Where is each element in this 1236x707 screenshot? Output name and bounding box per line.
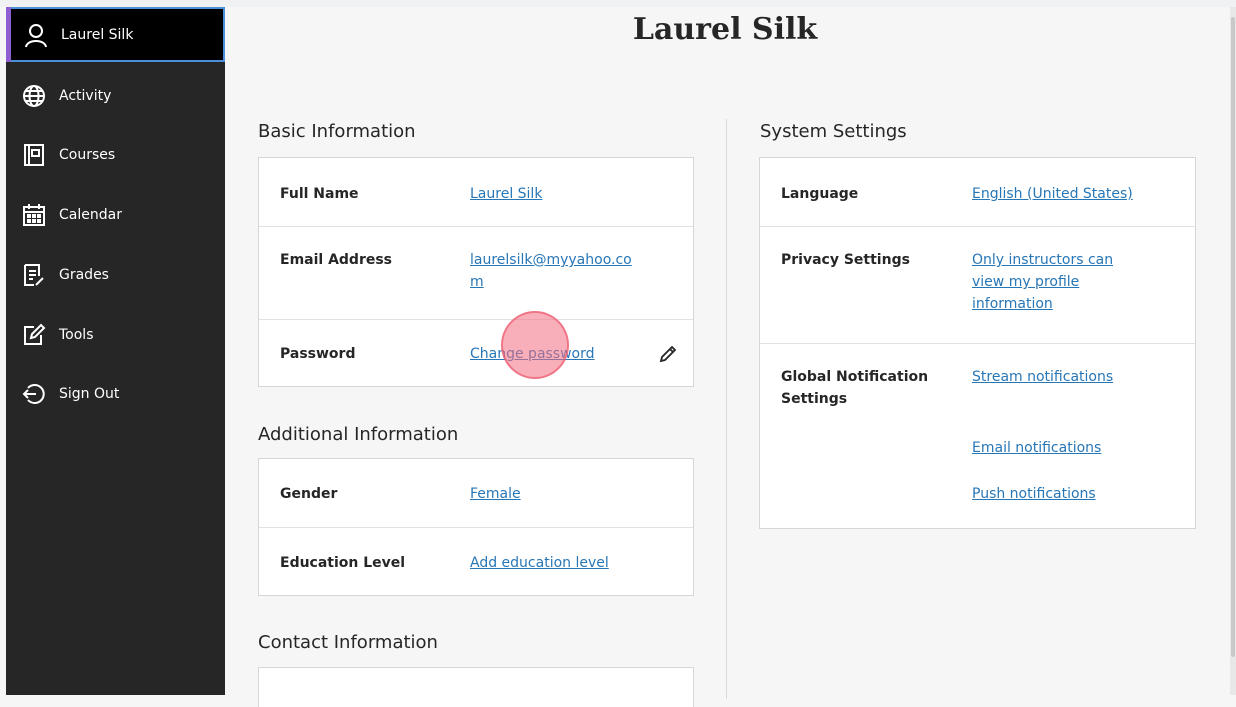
gender-link[interactable]: Female — [470, 483, 521, 505]
notifications-label-line-2: Settings — [781, 391, 848, 407]
sidebar-item-label: Grades — [59, 266, 109, 283]
email-line-1: laurelsilk@myyahoo.co — [470, 252, 632, 268]
language-link[interactable]: English (United States) — [972, 183, 1133, 205]
system-settings-card: Language English (United States) Privacy… — [759, 157, 1196, 529]
user-icon — [23, 22, 49, 48]
main-content: Laurel Silk Basic Information Full Name … — [225, 7, 1225, 707]
gender-row: Gender Female — [259, 459, 693, 528]
notifications-label-line-1: Global Notification — [781, 369, 929, 385]
sidebar-item-label: Activity — [59, 87, 112, 104]
sidebar-item-courses[interactable]: Courses — [6, 127, 225, 182]
privacy-line-1: Only instructors can — [972, 252, 1114, 268]
column-divider — [726, 119, 727, 699]
privacy-line-3: information — [972, 296, 1053, 312]
full-name-row: Full Name Laurel Silk — [259, 158, 693, 227]
full-name-link[interactable]: Laurel Silk — [470, 183, 542, 205]
email-line-2: m — [470, 274, 484, 290]
contact-information-card — [258, 667, 694, 707]
edit-icon — [21, 322, 47, 348]
email-link[interactable]: laurelsilk@myyahoo.co m — [470, 249, 632, 293]
privacy-link[interactable]: Only instructors can view my profile inf… — [972, 249, 1113, 315]
grades-icon — [21, 262, 47, 288]
additional-information-title: Additional Information — [258, 424, 459, 445]
notifications-row: Global Notification Settings Stream noti… — [760, 344, 1195, 530]
stream-notifications-link[interactable]: Stream notifications — [972, 366, 1113, 388]
education-label: Education Level — [280, 555, 406, 571]
password-label: Password — [280, 346, 356, 362]
basic-information-title: Basic Information — [258, 121, 416, 142]
sidebar-item-label: Courses — [59, 146, 116, 163]
sidebar: Laurel Silk Activity Courses Calendar Gr… — [6, 7, 225, 695]
additional-information-card: Gender Female Education Level Add educat… — [258, 458, 694, 596]
scrollbar[interactable] — [1230, 7, 1236, 695]
top-strip — [0, 0, 1236, 7]
system-settings-title: System Settings — [760, 121, 907, 142]
calendar-icon — [21, 202, 47, 228]
language-label: Language — [781, 186, 859, 202]
sidebar-item-calendar[interactable]: Calendar — [6, 187, 225, 242]
sidebar-item-label: Tools — [59, 326, 94, 343]
sidebar-item-profile[interactable]: Laurel Silk — [6, 7, 225, 62]
page-title: Laurel Silk — [632, 12, 818, 47]
email-row: Email Address laurelsilk@myyahoo.co m — [259, 227, 693, 320]
privacy-row: Privacy Settings Only instructors can vi… — [760, 227, 1195, 344]
sidebar-item-label: Sign Out — [59, 385, 120, 402]
notifications-label: Global Notification Settings — [781, 366, 928, 410]
privacy-label: Privacy Settings — [781, 252, 910, 268]
sidebar-item-label: Laurel Silk — [61, 26, 134, 43]
sidebar-item-label: Calendar — [59, 206, 122, 223]
basic-information-card: Full Name Laurel Silk Email Address laur… — [258, 157, 694, 387]
pencil-icon[interactable] — [658, 344, 678, 364]
email-notifications-link[interactable]: Email notifications — [972, 437, 1101, 459]
email-label: Email Address — [280, 252, 393, 268]
push-notifications-link[interactable]: Push notifications — [972, 483, 1096, 505]
language-row: Language English (United States) — [760, 158, 1195, 227]
privacy-line-2: view my profile — [972, 274, 1080, 290]
sidebar-item-activity[interactable]: Activity — [6, 68, 225, 123]
gender-label: Gender — [280, 486, 338, 502]
globe-icon — [21, 83, 47, 109]
sign-out-icon — [21, 381, 47, 407]
education-row: Education Level Add education level — [259, 528, 693, 597]
change-password-link[interactable]: Change password — [470, 343, 595, 365]
sidebar-item-tools[interactable]: Tools — [6, 307, 225, 362]
scrollbar-thumb[interactable] — [1231, 17, 1235, 657]
full-name-label: Full Name — [280, 186, 359, 202]
book-icon — [21, 142, 47, 168]
contact-information-title: Contact Information — [258, 632, 438, 653]
education-link[interactable]: Add education level — [470, 552, 609, 574]
password-row: Password Change password — [259, 320, 693, 388]
sidebar-item-grades[interactable]: Grades — [6, 247, 225, 302]
sidebar-item-sign-out[interactable]: Sign Out — [6, 366, 225, 421]
